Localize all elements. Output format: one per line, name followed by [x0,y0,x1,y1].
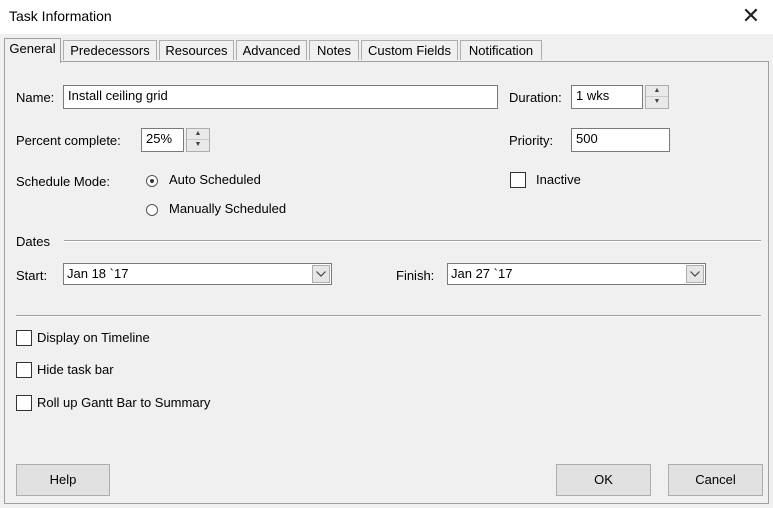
spin-up-icon[interactable]: ▲ [187,129,209,140]
close-icon[interactable]: ✕ [739,4,763,28]
window-title: Task Information [9,8,112,24]
auto-scheduled-radio[interactable] [146,175,158,187]
duration-input[interactable]: 1 wks [571,85,643,109]
spin-down-icon[interactable]: ▼ [187,140,209,151]
start-date-combo[interactable]: Jan 18 `17 [63,263,332,285]
tab-notification[interactable]: Notification [460,40,542,60]
hide-taskbar-checkbox[interactable] [16,362,32,378]
manually-scheduled-label: Manually Scheduled [169,201,287,216]
percent-complete-stepper[interactable]: ▲ ▼ [186,128,210,152]
priority-input[interactable]: 500 [571,128,670,152]
hide-taskbar-label: Hide task bar [37,362,114,377]
percent-complete-input[interactable]: 25% [141,128,184,152]
percent-complete-label: Percent complete: [16,133,121,148]
tab-predecessors[interactable]: Predecessors [63,40,157,60]
inactive-checkbox[interactable] [510,172,526,188]
start-date-value: Jan 18 `17 [67,266,129,281]
finish-label: Finish: [396,268,435,283]
inactive-label: Inactive [536,172,581,187]
schedule-mode-label: Schedule Mode: [16,174,110,189]
name-label: Name: [16,90,55,105]
tab-advanced[interactable]: Advanced [236,40,307,60]
tab-notes[interactable]: Notes [309,40,359,60]
ok-button[interactable]: OK [556,464,651,496]
dates-section-label: Dates [16,234,50,249]
start-label: Start: [16,268,48,283]
display-timeline-checkbox[interactable] [16,330,32,346]
finish-date-combo[interactable]: Jan 27 `17 [447,263,706,285]
spin-down-icon[interactable]: ▼ [646,97,668,108]
duration-label: Duration: [509,90,562,105]
name-input[interactable]: Install ceiling grid [63,85,498,109]
manually-scheduled-radio[interactable] [146,204,158,216]
tab-general[interactable]: General [4,38,61,63]
options-divider [16,315,761,317]
finish-date-value: Jan 27 `17 [451,266,513,281]
help-button[interactable]: Help [16,464,110,496]
tab-custom-fields[interactable]: Custom Fields [361,40,458,60]
chevron-down-icon[interactable] [686,265,704,283]
spin-up-icon[interactable]: ▲ [646,86,668,97]
duration-stepper[interactable]: ▲ ▼ [645,85,669,109]
rollup-checkbox[interactable] [16,395,32,411]
auto-scheduled-label: Auto Scheduled [169,172,261,187]
priority-label: Priority: [509,133,554,148]
tab-resources[interactable]: Resources [159,40,234,60]
chevron-down-icon[interactable] [312,265,330,283]
title-bar: Task Information ✕ [0,0,773,34]
rollup-label: Roll up Gantt Bar to Summary [37,395,211,410]
display-timeline-label: Display on Timeline [37,330,150,345]
dates-divider [64,240,761,242]
cancel-button[interactable]: Cancel [668,464,763,496]
